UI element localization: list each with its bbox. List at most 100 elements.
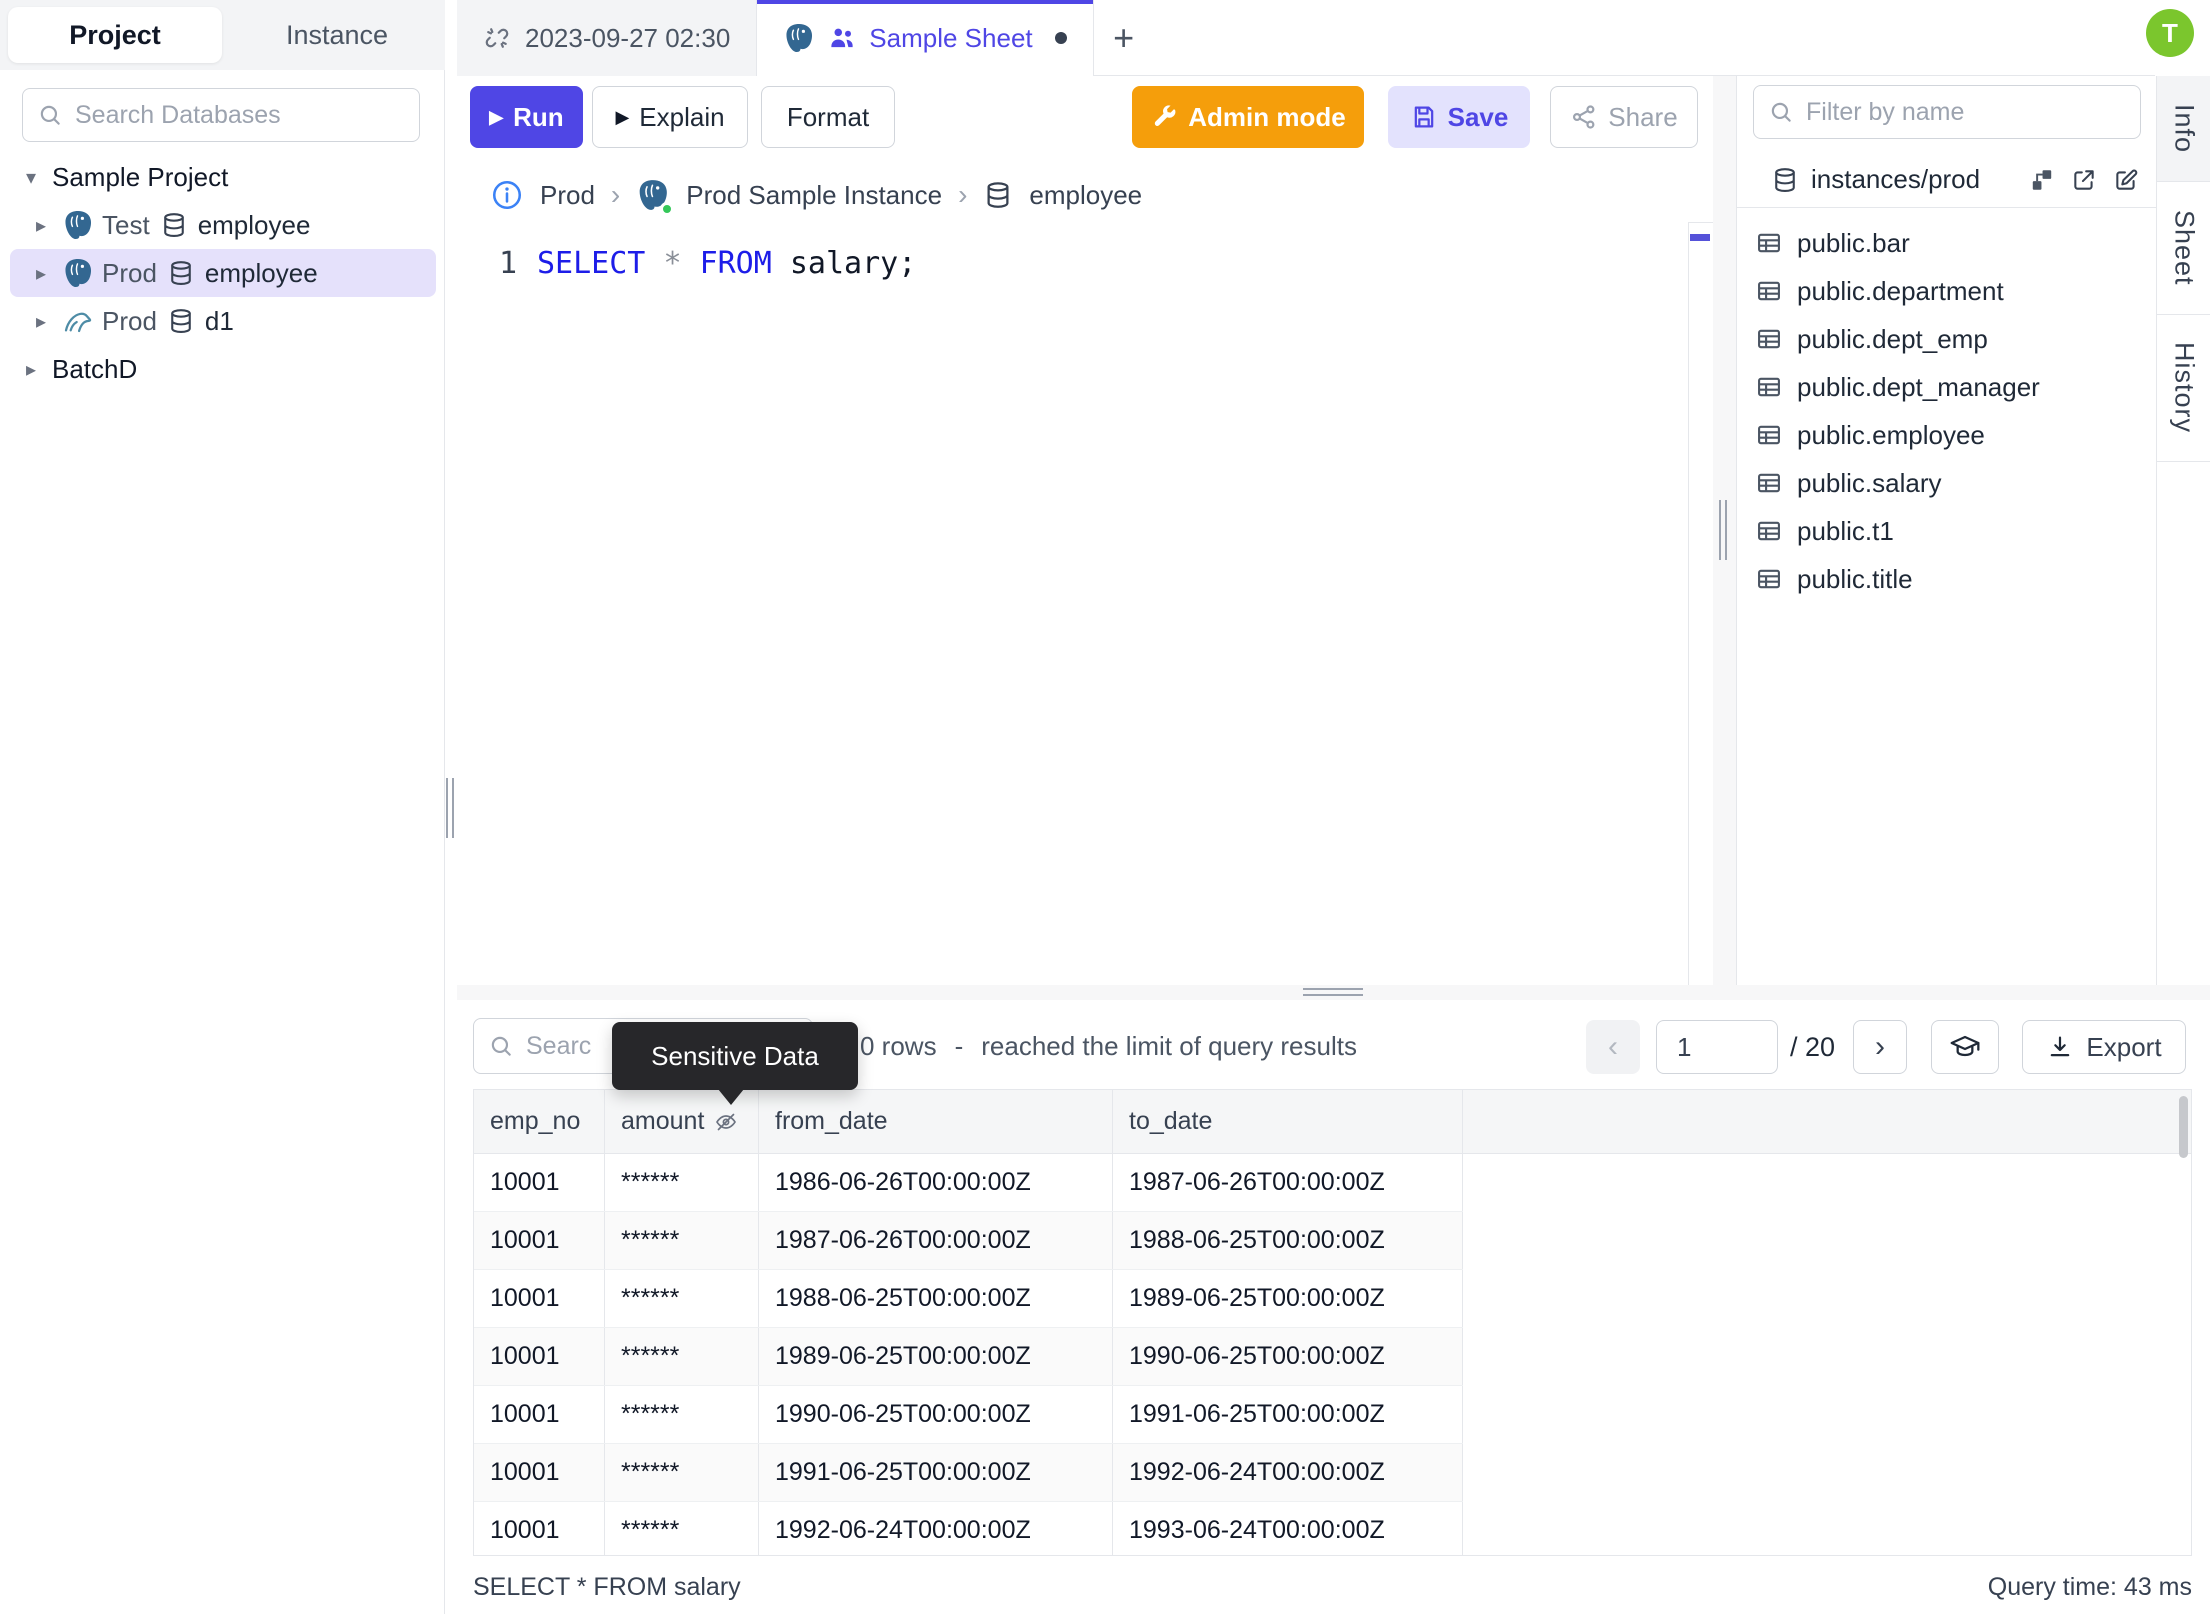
- column-header[interactable]: to_date: [1113, 1090, 1463, 1153]
- caret-down-icon[interactable]: ▾: [18, 165, 44, 190]
- sql-editor[interactable]: 1 SELECT * FROM salary;: [457, 238, 916, 288]
- cell-emp-no[interactable]: 10001: [474, 1502, 605, 1555]
- tree-item-test-employee[interactable]: ▸ Test employee: [0, 201, 445, 249]
- tree-item-batchd[interactable]: ▸ BatchD: [0, 345, 445, 393]
- schema-table-item[interactable]: public.salary: [1737, 459, 2157, 507]
- caret-right-icon[interactable]: ▸: [28, 309, 54, 334]
- cell-amount-masked[interactable]: ******: [605, 1444, 759, 1501]
- cell-from-date[interactable]: 1986-06-26T00:00:00Z: [759, 1154, 1113, 1211]
- schema-table-item[interactable]: public.dept_emp: [1737, 315, 2157, 363]
- avatar[interactable]: T: [2146, 9, 2194, 57]
- schema-table-item[interactable]: public.bar: [1737, 219, 2157, 267]
- cell-to-date[interactable]: 1990-06-25T00:00:00Z: [1113, 1328, 1463, 1385]
- cell-to-date[interactable]: 1991-06-25T00:00:00Z: [1113, 1386, 1463, 1443]
- database-search[interactable]: [22, 88, 420, 142]
- tab-instance[interactable]: Instance: [230, 7, 444, 63]
- schema-table-item[interactable]: public.t1: [1737, 507, 2157, 555]
- table-icon: [1755, 277, 1783, 305]
- table-row[interactable]: 10001 ****** 1989-06-25T00:00:00Z 1990-0…: [474, 1328, 1463, 1386]
- schema-diagram-icon[interactable]: [2029, 167, 2055, 193]
- result-grid-body: 10001 ****** 1986-06-26T00:00:00Z 1987-0…: [474, 1154, 2191, 1555]
- right-panel-splitter[interactable]: [1713, 76, 1736, 985]
- cell-to-date[interactable]: 1993-06-24T00:00:00Z: [1113, 1502, 1463, 1555]
- sidebar-splitter[interactable]: [445, 0, 457, 1614]
- tree-item-prod-d1[interactable]: ▸ Prod d1: [0, 297, 445, 345]
- eye-off-icon[interactable]: [714, 1110, 738, 1134]
- cell-emp-no[interactable]: 10001: [474, 1270, 605, 1327]
- table-row[interactable]: 10001 ****** 1986-06-26T00:00:00Z 1987-0…: [474, 1154, 1463, 1212]
- schema-table-item[interactable]: public.dept_manager: [1737, 363, 2157, 411]
- cell-amount-masked[interactable]: ******: [605, 1154, 759, 1211]
- schema-table-list: public.bar public.department public.dept…: [1737, 210, 2157, 985]
- results-splitter[interactable]: [457, 985, 2210, 1000]
- table-row[interactable]: 10001 ****** 1987-06-26T00:00:00Z 1988-0…: [474, 1212, 1463, 1270]
- editor-overview-ruler[interactable]: [1688, 222, 1713, 985]
- format-button[interactable]: Format: [761, 86, 895, 148]
- schema-table-item[interactable]: public.department: [1737, 267, 2157, 315]
- table-row[interactable]: 10001 ****** 1991-06-25T00:00:00Z 1992-0…: [474, 1444, 1463, 1502]
- database-search-input[interactable]: [75, 100, 405, 130]
- column-header[interactable]: emp_no: [474, 1090, 605, 1153]
- share-button[interactable]: Share: [1550, 86, 1698, 148]
- tab-sheet[interactable]: Sheet: [2157, 182, 2210, 315]
- table-icon: [1755, 517, 1783, 545]
- caret-right-icon[interactable]: ▸: [28, 213, 54, 238]
- external-link-icon[interactable]: [2071, 167, 2097, 193]
- tree-item-sample-project[interactable]: ▾ Sample Project: [0, 153, 445, 201]
- tab-history[interactable]: History: [2157, 315, 2210, 462]
- cell-to-date[interactable]: 1989-06-25T00:00:00Z: [1113, 1270, 1463, 1327]
- cell-from-date[interactable]: 1987-06-26T00:00:00Z: [759, 1212, 1113, 1269]
- export-button[interactable]: Export: [2022, 1020, 2186, 1074]
- cell-amount-masked[interactable]: ******: [605, 1270, 759, 1327]
- run-button[interactable]: ▶ Run: [470, 86, 583, 148]
- column-header[interactable]: from_date: [759, 1090, 1113, 1153]
- cell-amount-masked[interactable]: ******: [605, 1386, 759, 1443]
- tree-item-prod-employee[interactable]: ▸ Prod employee: [0, 249, 445, 297]
- save-button[interactable]: Save: [1388, 86, 1530, 148]
- breadcrumb-database[interactable]: employee: [1029, 180, 1142, 211]
- cell-emp-no[interactable]: 10001: [474, 1444, 605, 1501]
- schema-table-item[interactable]: public.employee: [1737, 411, 2157, 459]
- cell-from-date[interactable]: 1988-06-25T00:00:00Z: [759, 1270, 1113, 1327]
- project-label: BatchD: [52, 353, 138, 384]
- grid-scrollbar-thumb[interactable]: [2179, 1096, 2188, 1158]
- cell-to-date[interactable]: 1988-06-25T00:00:00Z: [1113, 1212, 1463, 1269]
- schema-table-item[interactable]: public.title: [1737, 555, 2157, 603]
- request-data-button[interactable]: [1931, 1020, 1999, 1074]
- cell-from-date[interactable]: 1992-06-24T00:00:00Z: [759, 1502, 1113, 1555]
- cell-emp-no[interactable]: 10001: [474, 1154, 605, 1211]
- next-page-button[interactable]: ›: [1853, 1020, 1907, 1074]
- table-row[interactable]: 10001 ****** 1988-06-25T00:00:00Z 1989-0…: [474, 1270, 1463, 1328]
- cell-emp-no[interactable]: 10001: [474, 1386, 605, 1443]
- table-row[interactable]: 10001 ****** 1990-06-25T00:00:00Z 1991-0…: [474, 1386, 1463, 1444]
- cell-from-date[interactable]: 1989-06-25T00:00:00Z: [759, 1328, 1113, 1385]
- info-icon[interactable]: [490, 178, 524, 212]
- explain-button[interactable]: ▶ Explain: [592, 86, 748, 148]
- cell-from-date[interactable]: 1990-06-25T00:00:00Z: [759, 1386, 1113, 1443]
- tab-project[interactable]: Project: [8, 7, 222, 63]
- edit-icon[interactable]: [2113, 167, 2139, 193]
- prev-page-button[interactable]: ‹: [1586, 1020, 1640, 1074]
- cell-amount-masked[interactable]: ******: [605, 1328, 759, 1385]
- admin-mode-button[interactable]: Admin mode: [1132, 86, 1364, 148]
- breadcrumb-instance[interactable]: Prod Sample Instance: [686, 180, 942, 211]
- caret-right-icon[interactable]: ▸: [18, 357, 44, 382]
- cell-from-date[interactable]: 1991-06-25T00:00:00Z: [759, 1444, 1113, 1501]
- cell-to-date[interactable]: 1992-06-24T00:00:00Z: [1113, 1444, 1463, 1501]
- table-filter[interactable]: [1753, 85, 2141, 139]
- breadcrumb-environment[interactable]: Prod: [540, 180, 595, 211]
- tab-info[interactable]: Info: [2157, 76, 2210, 182]
- table-filter-input[interactable]: [1806, 97, 2126, 127]
- table-row[interactable]: 10001 ****** 1992-06-24T00:00:00Z 1993-0…: [474, 1502, 1463, 1555]
- cell-emp-no[interactable]: 10001: [474, 1328, 605, 1385]
- splitter-grip-icon: [1303, 988, 1363, 996]
- caret-right-icon[interactable]: ▸: [28, 261, 54, 286]
- cell-amount-masked[interactable]: ******: [605, 1502, 759, 1555]
- cell-to-date[interactable]: 1987-06-26T00:00:00Z: [1113, 1154, 1463, 1211]
- cell-emp-no[interactable]: 10001: [474, 1212, 605, 1269]
- sheet-tab-unsaved[interactable]: 2023-09-27 02:30: [457, 0, 758, 76]
- cell-amount-masked[interactable]: ******: [605, 1212, 759, 1269]
- sheet-tab-sample-sheet[interactable]: Sample Sheet: [757, 0, 1094, 76]
- new-sheet-button[interactable]: +: [1094, 0, 1154, 76]
- page-number-input[interactable]: 1: [1656, 1020, 1778, 1074]
